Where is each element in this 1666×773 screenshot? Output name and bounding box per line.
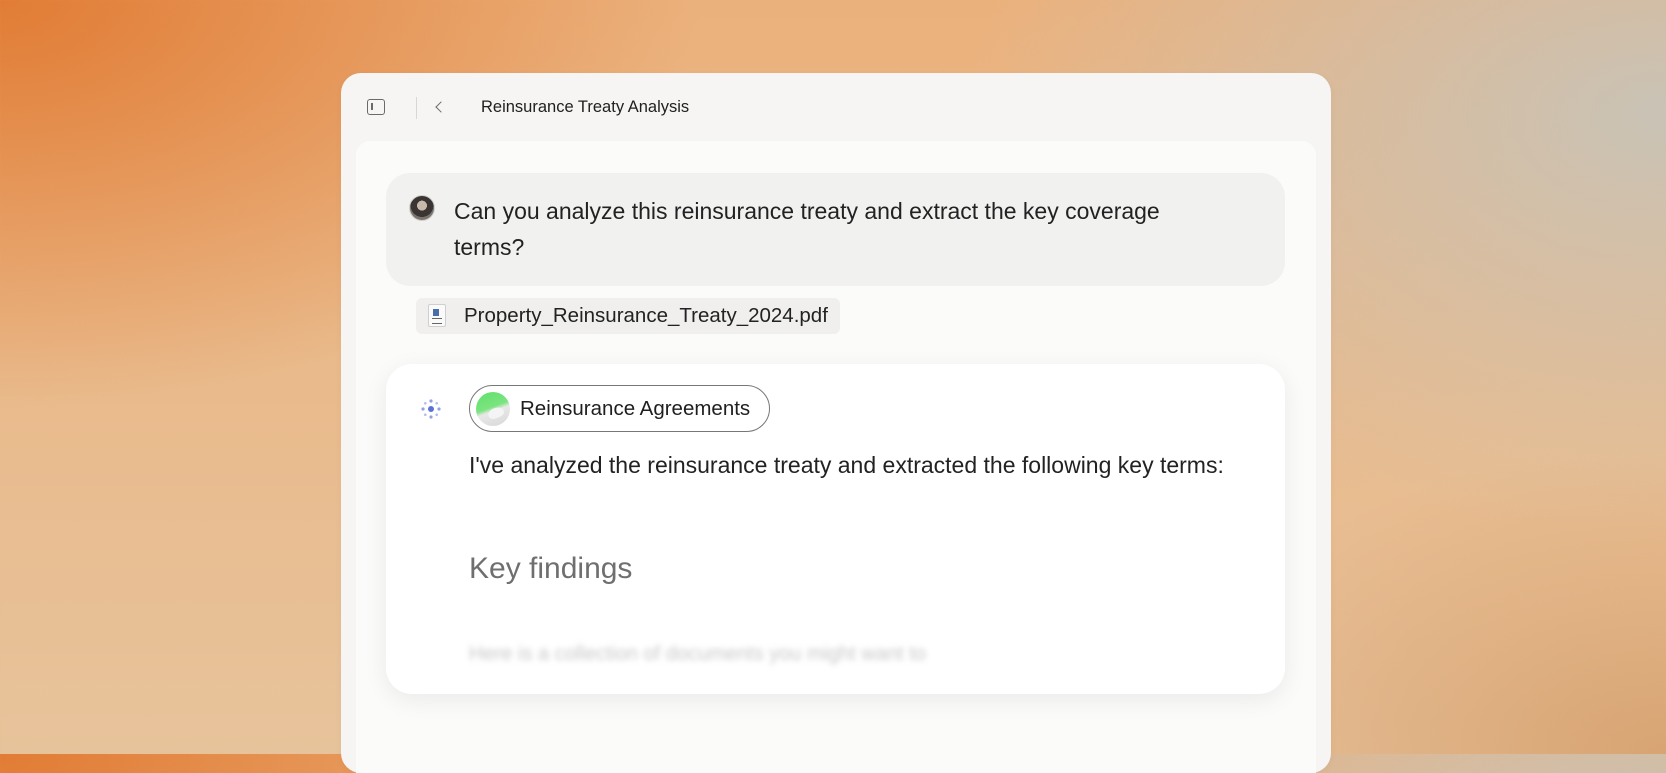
divider (416, 97, 417, 119)
chat-window: Reinsurance Treaty Analysis Can you anal… (341, 73, 1331, 773)
assistant-message-text: I've analyzed the reinsurance treaty and… (469, 452, 1224, 478)
pdf-file-icon (428, 304, 446, 327)
agent-badge-icon (476, 392, 510, 426)
user-message-text: Can you analyze this reinsurance treaty … (454, 198, 1160, 260)
user-message: Can you analyze this reinsurance treaty … (386, 173, 1285, 286)
user-avatar (409, 195, 435, 221)
file-attachment[interactable]: Property_Reinsurance_Treaty_2024.pdf (416, 298, 840, 334)
key-findings-heading: Key findings (469, 552, 633, 585)
attachment-filename: Property_Reinsurance_Treaty_2024.pdf (464, 304, 828, 327)
page-title: Reinsurance Treaty Analysis (481, 98, 690, 116)
agent-label: Reinsurance Agreements (520, 397, 751, 420)
agent-chip[interactable]: Reinsurance Agreements (469, 385, 771, 432)
faded-message-text: Here is a collection of documents you mi… (469, 643, 926, 665)
title-bar: Reinsurance Treaty Analysis (341, 73, 1331, 141)
assistant-spark-icon (421, 399, 441, 419)
chevron-left-icon[interactable] (435, 101, 447, 113)
assistant-message: Reinsurance Agreements I've analyzed the… (386, 364, 1285, 694)
conversation-panel: Can you analyze this reinsurance treaty … (356, 141, 1316, 773)
sidebar-toggle-icon[interactable] (367, 99, 385, 115)
